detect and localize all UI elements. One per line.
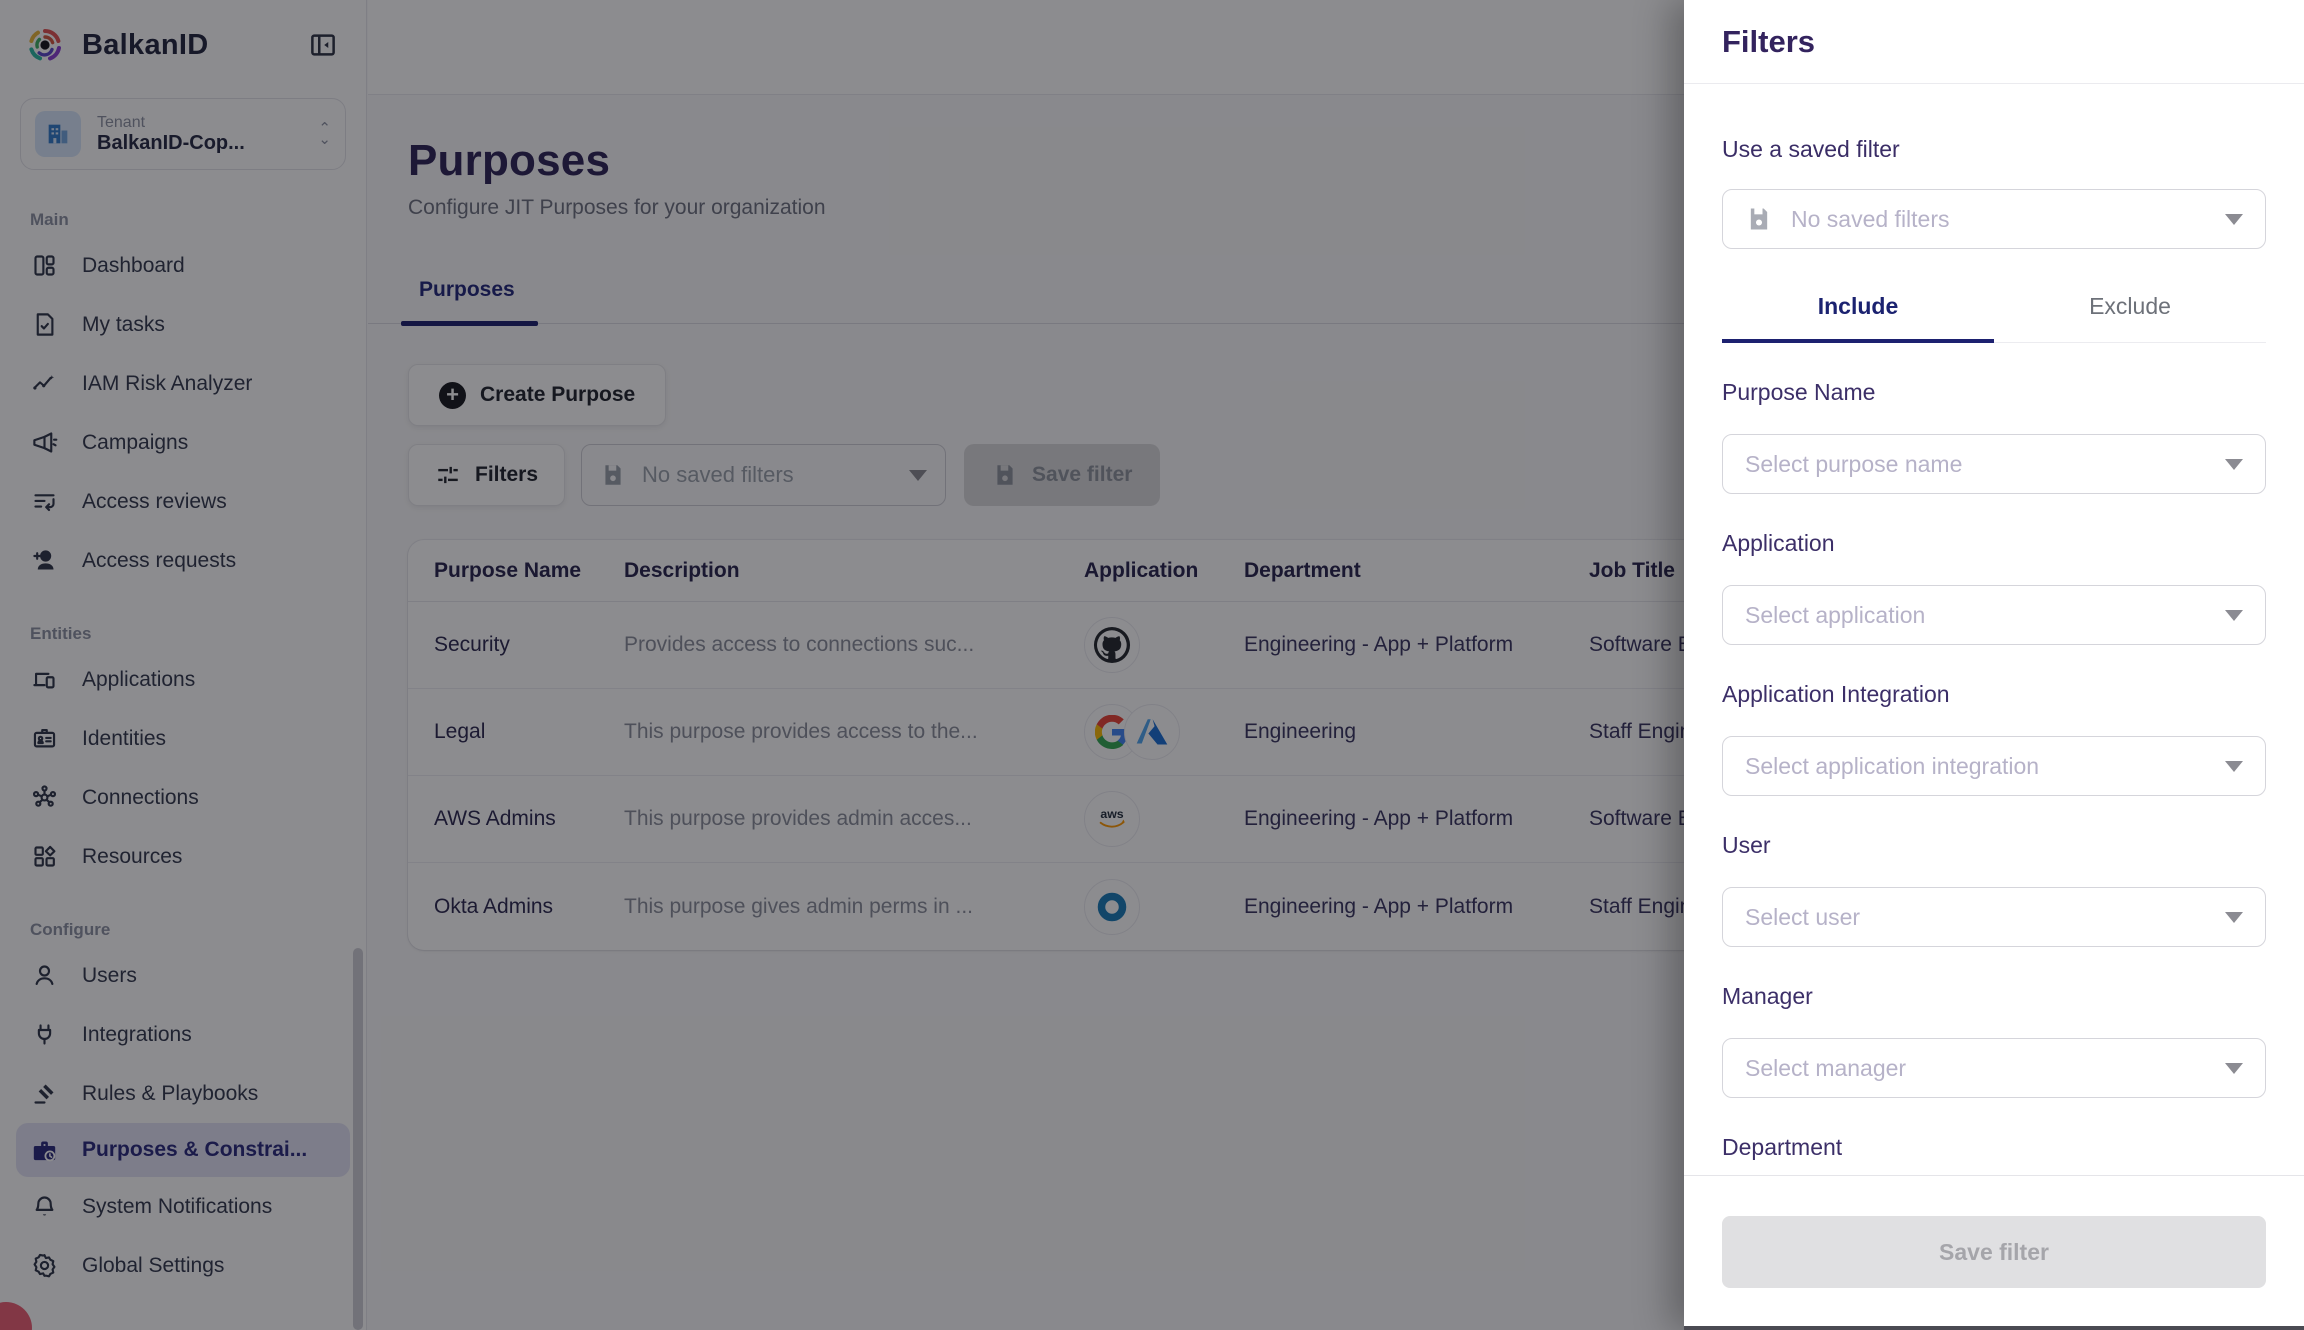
chevron-down-icon — [2225, 1063, 2243, 1074]
filter-label-manager: Manager — [1722, 983, 2266, 1010]
filter-select-manager[interactable]: Select manager — [1722, 1038, 2266, 1098]
filter-placeholder: Select application — [1745, 602, 2225, 629]
filter-placeholder: Select application integration — [1745, 753, 2225, 780]
filter-field-manager: Manager Select manager — [1722, 983, 2266, 1098]
chevron-down-icon — [2225, 610, 2243, 621]
chevron-down-icon — [2225, 459, 2243, 470]
drawer-saved-filters-select[interactable]: No saved filters — [1722, 189, 2266, 249]
filter-label-application-integration: Application Integration — [1722, 681, 2266, 708]
chevron-down-icon — [2225, 912, 2243, 923]
filter-placeholder: Select purpose name — [1745, 451, 2225, 478]
drawer-saved-filters-placeholder: No saved filters — [1791, 206, 2225, 233]
saved-filter-label: Use a saved filter — [1722, 136, 2266, 163]
filter-field-application: Application Select application — [1722, 530, 2266, 645]
filter-placeholder: Select manager — [1745, 1055, 2225, 1082]
filter-select-application[interactable]: Select application — [1722, 585, 2266, 645]
filter-label-application: Application — [1722, 530, 2266, 557]
filter-field-application-integration: Application Integration Select applicatio… — [1722, 681, 2266, 796]
tab-exclude[interactable]: Exclude — [1994, 293, 2266, 342]
chevron-down-icon — [2225, 761, 2243, 772]
filter-placeholder: Select user — [1745, 904, 2225, 931]
filter-select-user[interactable]: Select user — [1722, 887, 2266, 947]
filter-select-purpose-name[interactable]: Select purpose name — [1722, 434, 2266, 494]
filter-label-purpose-name: Purpose Name — [1722, 379, 2266, 406]
chevron-down-icon — [2225, 214, 2243, 225]
filter-label-department: Department — [1722, 1134, 2266, 1161]
tab-include[interactable]: Include — [1722, 293, 1994, 342]
drawer-save-filter-button[interactable]: Save filter — [1722, 1216, 2266, 1288]
filter-label-user: User — [1722, 832, 2266, 859]
filter-select-application-integration[interactable]: Select application integration — [1722, 736, 2266, 796]
window-edge — [1684, 1326, 2304, 1330]
filters-drawer: Filters Use a saved filter No saved filt… — [1684, 0, 2304, 1330]
drawer-title: Filters — [1722, 24, 1815, 60]
filter-field-purpose-name: Purpose Name Select purpose name — [1722, 379, 2266, 494]
filter-field-user: User Select user — [1722, 832, 2266, 947]
include-exclude-tabs: IncludeExclude — [1722, 293, 2266, 343]
drawer-footer: Save filter — [1684, 1175, 2304, 1326]
save-icon — [1745, 205, 1773, 233]
